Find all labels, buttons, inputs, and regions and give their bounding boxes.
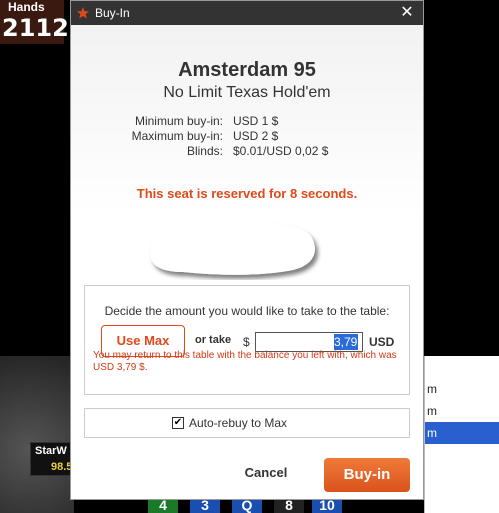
min-buyin-value: USD 1 $ <box>233 114 279 128</box>
player-name: StarW <box>35 445 67 457</box>
auto-rebuy-label[interactable]: Auto-rebuy to Max <box>189 416 287 430</box>
table-name: Amsterdam 95 <box>178 59 316 81</box>
buyin-amount-value[interactable]: 3,79 <box>334 334 358 350</box>
table-felt <box>0 356 74 513</box>
menu-item[interactable]: m <box>425 400 499 422</box>
seat-reserved-message: This seat is reserved for 8 seconds. <box>136 186 358 201</box>
board-card: 4 <box>148 498 178 513</box>
min-buyin-label: Minimum buy-in: <box>134 114 223 128</box>
board-card: 8 <box>274 498 304 513</box>
game-type: No Limit Texas Hold'em <box>163 84 331 101</box>
or-take-label: or take <box>195 334 232 346</box>
auto-rebuy-checkbox[interactable]: ✔ <box>172 417 184 429</box>
blinds-value: $0.01/USD 0,02 $ <box>233 144 329 158</box>
player-seat[interactable]: StarW 98.5 <box>30 442 74 476</box>
menu-item-selected[interactable]: m <box>425 422 499 444</box>
max-buyin-value: USD 2 $ <box>233 129 279 143</box>
board-card: 10 <box>312 498 342 513</box>
dialog-titlebar[interactable]: Buy-In ✕ <box>71 1 423 25</box>
menu-item[interactable]: m <box>425 378 499 400</box>
pokerstars-logo-icon <box>77 7 89 19</box>
dialog-title: Buy-In <box>95 6 130 20</box>
hands-label: Hands <box>8 0 45 14</box>
table-right-area <box>420 0 499 355</box>
currency-code: USD <box>369 335 395 349</box>
close-icon[interactable]: ✕ <box>397 3 417 23</box>
buy-in-dialog: Buy-In ✕ Amsterdam 95 No Limit Texas Hol… <box>70 0 424 500</box>
blinds-label: Blinds: <box>186 144 223 158</box>
hands-value: 2112 <box>2 14 69 42</box>
context-menu: m m m <box>424 356 499 513</box>
amount-section: Decide the amount you would like to take… <box>84 285 410 395</box>
return-balance-note: You may return to this table with the ba… <box>93 350 397 373</box>
dialog-body: Amsterdam 95 No Limit Texas Hold'em Mini… <box>71 25 423 499</box>
currency-symbol: $ <box>243 335 250 349</box>
table-logo-image <box>150 222 315 275</box>
board-cards: 4 3 Q 8 10 <box>146 498 346 513</box>
max-buyin-label: Maximum buy-in: <box>131 129 223 143</box>
hands-counter: Hands 2112 <box>0 0 69 44</box>
board-card: Q <box>232 498 262 513</box>
auto-rebuy-section: ✔ Auto-rebuy to Max <box>84 408 410 438</box>
buy-in-button[interactable]: Buy-in <box>324 458 410 492</box>
cancel-button[interactable]: Cancel <box>239 465 293 485</box>
amount-prompt: Decide the amount you would like to take… <box>104 304 390 318</box>
board-card: 3 <box>190 498 220 513</box>
